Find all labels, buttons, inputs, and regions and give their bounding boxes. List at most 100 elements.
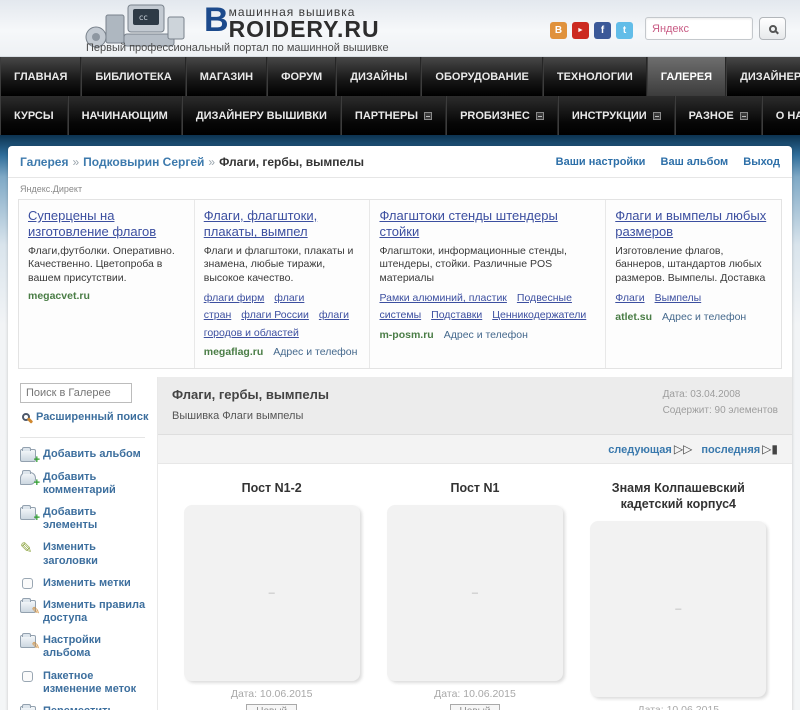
nav-instruktsii[interactable]: ИНСТРУКЦИИ xyxy=(557,96,675,135)
nav-forum[interactable]: ФОРУМ xyxy=(267,57,337,96)
nav-nachinayushchim[interactable]: НАЧИНАЮЩИМ xyxy=(67,96,182,135)
breadcrumb-author-link[interactable]: Подковырин Сергей xyxy=(83,155,204,169)
breadcrumb-gallery-link[interactable]: Галерея xyxy=(20,155,68,169)
nav-raznoe[interactable]: РАЗНОЕ xyxy=(674,96,762,135)
ad-title-link[interactable]: Суперцены на изготовление флагов xyxy=(28,208,185,241)
nav-dizaynery[interactable]: ДИЗАЙНЕРЫ xyxy=(726,57,800,96)
item-thumbnail[interactable]: – xyxy=(386,504,563,681)
nav-galereya[interactable]: ГАЛЕРЕЯ xyxy=(646,57,727,96)
yandex-search-input[interactable] xyxy=(645,17,753,40)
menu-label: Изменить метки xyxy=(43,576,131,589)
site-header: cc B машинная вышивка ROIDERY.RU Первый … xyxy=(0,0,800,57)
nav-kursy[interactable]: КУРСЫ xyxy=(0,96,68,135)
sidebar-item-edit-access[interactable]: Изменить правила доступа xyxy=(20,597,157,625)
ad-domain-link[interactable]: megaflag.ru xyxy=(204,346,264,358)
nav-probiznes[interactable]: PROБИЗНЕС xyxy=(446,96,558,135)
ad-item: Флагштоки стенды штендеры стойки Флагшто… xyxy=(370,200,607,368)
item-title[interactable]: Пост N1 xyxy=(373,480,576,496)
menu-label: Добавить комментарий xyxy=(43,470,116,496)
menu-label: Пакетное изменение меток xyxy=(43,669,137,695)
item-title[interactable]: Пост N1-2 xyxy=(170,480,373,496)
ad-title-link[interactable]: Флаги и вымпелы любых размеров xyxy=(615,208,772,241)
sidebar-item-edit-titles[interactable]: Изменить заголовки xyxy=(20,541,157,567)
breadcrumb: Галерея» Подковырин Сергей» Флаги, гербы, … xyxy=(20,155,364,169)
nav-partnery-label: ПАРТНЕРЫ xyxy=(354,109,419,122)
sidebar-item-batch-tags[interactable]: Пакетное изменение меток xyxy=(20,670,157,696)
ad-sublink[interactable]: флаги России xyxy=(241,309,309,321)
ad-sublink[interactable]: Ценникодержатели xyxy=(492,309,586,321)
search-icon xyxy=(22,412,30,421)
search-icon xyxy=(768,24,777,33)
menu-label: Добавить альбом xyxy=(43,447,141,460)
nav-partnery[interactable]: ПАРТНЕРЫ xyxy=(340,96,447,135)
dropdown-indicator-icon xyxy=(652,111,661,120)
blogger-icon[interactable]: B xyxy=(550,22,567,39)
ad-address-link[interactable]: Адрес и телефон xyxy=(662,311,746,323)
nav-biblioteka[interactable]: БИБЛИОТЕКА xyxy=(81,57,186,96)
nav-probiznes-label: PROБИЗНЕС xyxy=(460,109,530,122)
sidebar-divider xyxy=(20,436,145,438)
last-page-icon[interactable]: ▷▮ xyxy=(762,442,778,456)
youtube-icon[interactable]: ► xyxy=(572,22,589,39)
broken-image-icon: – xyxy=(675,603,682,616)
gallery-sidebar: Расширенный поиск Добавить альбом Добави… xyxy=(8,376,158,710)
menu-label: Изменить правила доступа xyxy=(43,598,146,625)
sidebar-item-add-album[interactable]: Добавить альбом xyxy=(20,446,157,466)
gallery-item: Пост N1-2 – Дата: 10.06.2015 Новый « опе… xyxy=(170,480,373,710)
ad-body-text: Флаги и флагштоки, плакаты и знамена, лю… xyxy=(203,244,354,284)
ad-address-link[interactable]: Адрес и телефон xyxy=(273,346,357,358)
batch-tags-icon xyxy=(22,670,33,682)
gallery-search-input[interactable] xyxy=(20,382,132,403)
ad-domain-link[interactable]: m-posm.ru xyxy=(379,329,433,341)
nav-dizayneru-vyshivki[interactable]: ДИЗАЙНЕРУ ВЫШИВКИ xyxy=(181,96,341,135)
ad-sublink[interactable]: Флаги xyxy=(615,292,644,304)
gallery-item: Знамя Колпашевский кадетский корпус4 – Д… xyxy=(577,480,780,710)
item-date: Дата: 10.06.2015 xyxy=(230,687,313,700)
breadcrumb-bar: Галерея» Подковырин Сергей» Флаги, гербы, … xyxy=(8,146,792,178)
next-page-link[interactable]: следующая xyxy=(608,444,672,456)
user-settings-link[interactable]: Ваши настройки xyxy=(556,156,646,168)
ad-domain-link[interactable]: megacvet.ru xyxy=(28,290,90,302)
sidebar-item-add-elements[interactable]: Добавить элементы xyxy=(20,504,157,532)
site-tagline: Первый профессиональный портал по машинн… xyxy=(86,42,389,54)
ad-title-link[interactable]: Флагштоки стенды штендеры стойки xyxy=(379,208,596,241)
gallery-items: Пост N1-2 – Дата: 10.06.2015 Новый « опе… xyxy=(158,463,792,710)
nav-raznoe-label: РАЗНОЕ xyxy=(688,109,734,122)
search-button[interactable] xyxy=(759,17,786,40)
ad-sublink[interactable]: Подставки xyxy=(431,309,482,321)
ad-sublink[interactable]: Рамки алюминий, пластик xyxy=(379,292,506,304)
sidebar-item-album-settings[interactable]: Настройки альбома xyxy=(20,633,157,660)
nav-oborudovanie[interactable]: ОБОРУДОВАНИЕ xyxy=(421,57,543,96)
item-date: Дата: 10.06.2015 xyxy=(434,687,516,700)
logo-title: ROIDERY.RU xyxy=(228,16,380,42)
nav-dizayny[interactable]: ДИЗАЙНЫ xyxy=(336,57,422,96)
advanced-search-link[interactable]: Расширенный поиск xyxy=(22,411,157,423)
breadcrumb-current: Флаги, гербы, вымпелы xyxy=(219,155,364,169)
item-title[interactable]: Знамя Колпашевский кадетский корпус4 xyxy=(577,480,780,513)
logo-text: B машинная вышивка ROIDERY.RU xyxy=(204,3,380,42)
facebook-icon[interactable]: f xyxy=(594,22,611,39)
user-album-link[interactable]: Ваш альбом xyxy=(661,156,729,168)
logout-link[interactable]: Выход xyxy=(743,156,780,168)
edit-access-icon xyxy=(20,597,40,617)
sidebar-item-add-comment[interactable]: Добавить комментарий xyxy=(20,469,157,497)
twitter-icon[interactable]: t xyxy=(616,22,633,39)
next-pages-icon[interactable]: ▷▷ xyxy=(674,442,692,456)
ad-address-link[interactable]: Адрес и телефон xyxy=(444,329,528,341)
album-title: Флаги, гербы, вымпелы xyxy=(172,386,329,402)
nav-tekhnologii[interactable]: ТЕХНОЛОГИИ xyxy=(542,57,647,96)
item-thumbnail[interactable]: – xyxy=(183,504,360,681)
ad-title-link[interactable]: Флаги, флагштоки, плакаты, вымпел xyxy=(204,208,361,241)
ad-domain-link[interactable]: atlet.su xyxy=(615,311,652,323)
ad-sublink[interactable]: Вымпелы xyxy=(655,292,702,304)
sidebar-item-move-album[interactable]: Переместить альбом xyxy=(20,704,157,710)
item-thumbnail[interactable]: – xyxy=(590,521,767,698)
main-area: Расширенный поиск Добавить альбом Добави… xyxy=(8,376,792,710)
last-page-link[interactable]: последняя xyxy=(701,444,760,456)
nav-magazin[interactable]: МАГАЗИН xyxy=(185,57,268,96)
ad-sublink[interactable]: флаги фирм xyxy=(204,292,265,304)
nav-o-nas[interactable]: О НАС xyxy=(761,96,800,135)
nav-glavnaya[interactable]: ГЛАВНАЯ xyxy=(0,57,82,96)
album-meta: Дата: 03.04.2008 Содержит: 90 элементов xyxy=(663,387,778,422)
sidebar-item-edit-tags[interactable]: Изменить метки xyxy=(20,577,157,590)
